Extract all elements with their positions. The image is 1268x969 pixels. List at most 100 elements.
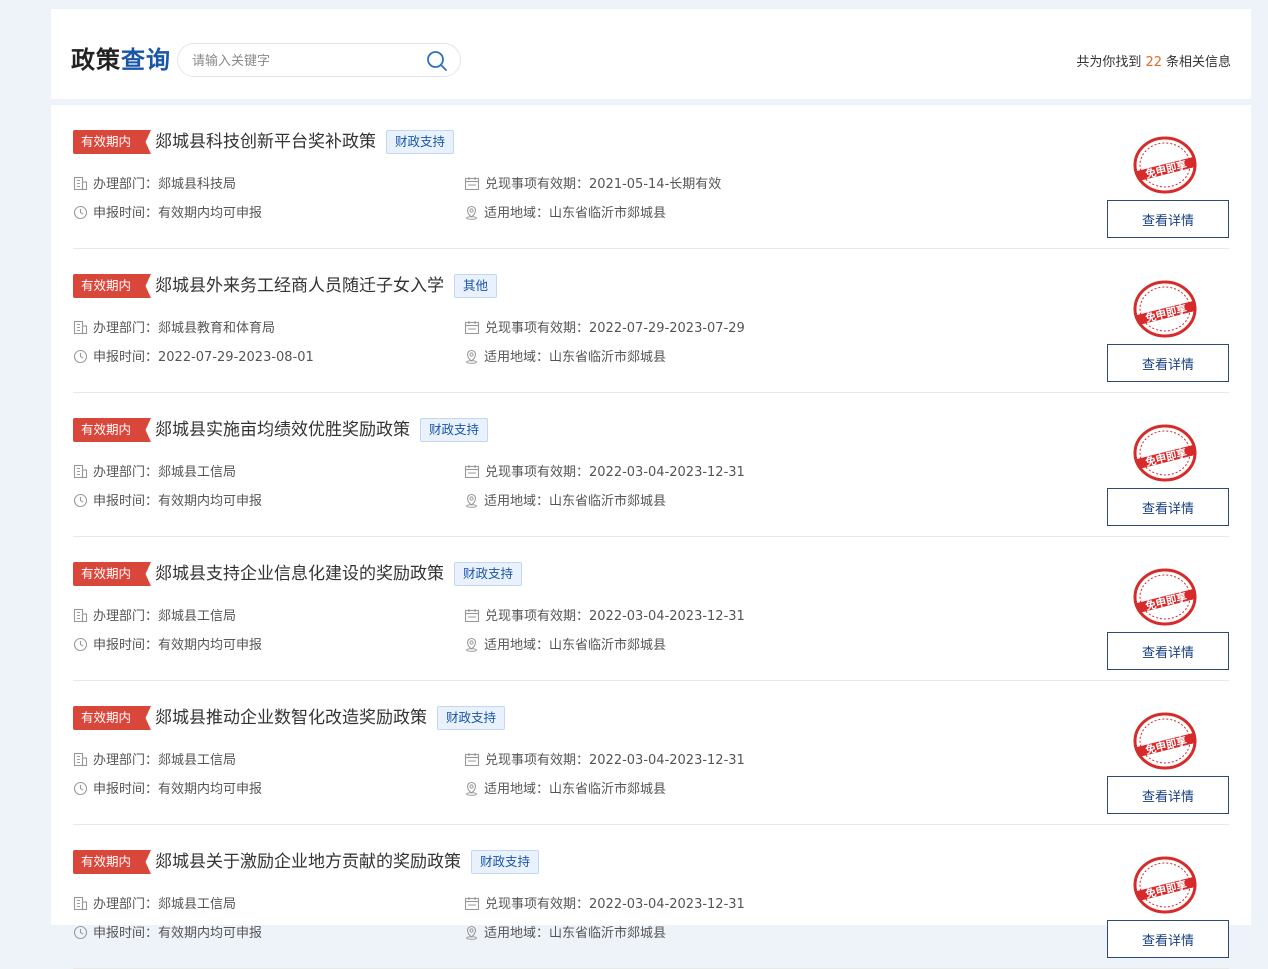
free-apply-stamp-icon: 免申即享 — [1133, 712, 1197, 770]
result-count-number: 22 — [1145, 55, 1162, 70]
policy-title[interactable]: 郯城县关于激励企业地方贡献的奖励政策 财政支持 — [155, 849, 540, 875]
meta-valid-period-label: 兑现事项有效期： — [485, 465, 590, 480]
policy-title[interactable]: 郯城县实施亩均绩效优胜奖励政策 财政支持 — [155, 417, 489, 443]
meta-valid-period-label: 兑现事项有效期： — [485, 177, 590, 192]
meta-valid-period-value: 2022-03-04-2023-12-31 — [589, 465, 745, 480]
meta-region: 适用地域：山东省临沂市郯城县 — [464, 493, 666, 511]
policy-item: 有效期内 郯城县关于激励企业地方贡献的奖励政策 财政支持 办理部门：郯城县工信局 … — [73, 825, 1229, 969]
category-tag: 财政支持 — [471, 850, 540, 874]
building-icon — [73, 464, 88, 479]
policy-title-text[interactable]: 郯城县外来务工经商人员随迁子女入学 — [155, 276, 444, 296]
meta-dept: 办理部门：郯城县工信局 — [73, 896, 236, 914]
meta-dept: 办理部门：郯城县工信局 — [73, 752, 236, 770]
meta-region: 适用地域：山东省临沂市郯城县 — [464, 637, 666, 655]
meta-dept-value: 郯城县工信局 — [158, 465, 237, 480]
header-bar: 政策查询 共为你找到22条相关信息 — [51, 9, 1251, 99]
policy-title[interactable]: 郯城县外来务工经商人员随迁子女入学 其他 — [155, 273, 498, 299]
stamp-text: 免申即享 — [1144, 590, 1188, 613]
result-count: 共为你找到 22 条相关信息 — [1076, 51, 1231, 70]
stamp-text: 免申即享 — [1144, 446, 1188, 469]
meta-apply-time: 申报时间：2022-07-29-2023-08-01 — [73, 349, 314, 367]
meta-region-value: 山东省临沂市郯城县 — [549, 350, 667, 365]
policy-title[interactable]: 郯城县科技创新平台奖补政策 财政支持 — [155, 129, 455, 155]
meta-dept: 办理部门：郯城县教育和体育局 — [73, 320, 275, 338]
meta-valid-period-label: 兑现事项有效期： — [485, 321, 590, 336]
category-tag: 财政支持 — [386, 130, 455, 154]
meta-region: 适用地域：山东省临沂市郯城县 — [464, 925, 666, 943]
policy-item: 有效期内 郯城县推动企业数智化改造奖励政策 财政支持 办理部门：郯城县工信局 申报… — [73, 681, 1229, 825]
page-title-part1: 政策 — [71, 46, 121, 74]
view-detail-button[interactable]: 查看详情 — [1107, 632, 1229, 670]
meta-apply-time-label: 申报时间： — [93, 638, 159, 653]
meta-region: 适用地域：山东省临沂市郯城县 — [464, 349, 666, 367]
free-apply-stamp-icon: 免申即享 — [1133, 280, 1197, 338]
policy-title[interactable]: 郯城县支持企业信息化建设的奖励政策 财政支持 — [155, 561, 523, 587]
meta-valid-period: 兑现事项有效期：2022-03-04-2023-12-31 — [464, 464, 745, 482]
meta-region-label: 适用地域： — [484, 494, 550, 509]
view-detail-button[interactable]: 查看详情 — [1107, 200, 1229, 238]
policy-title[interactable]: 郯城县推动企业数智化改造奖励政策 财政支持 — [155, 705, 506, 731]
meta-region-value: 山东省临沂市郯城县 — [549, 638, 667, 653]
stamp-text: 免申即享 — [1144, 878, 1188, 901]
calendar-icon — [464, 177, 480, 191]
view-detail-button[interactable]: 查看详情 — [1107, 776, 1229, 814]
meta-region-label: 适用地域： — [484, 350, 550, 365]
location-icon — [466, 637, 477, 652]
meta-apply-time-value: 2022-07-29-2023-08-01 — [158, 350, 314, 365]
meta-apply-time: 申报时间：有效期内均可申报 — [73, 925, 262, 943]
meta-valid-period: 兑现事项有效期：2022-07-29-2023-07-29 — [464, 320, 745, 338]
calendar-icon — [464, 609, 480, 623]
search-input[interactable] — [190, 50, 414, 72]
meta-region: 适用地域：山东省临沂市郯城县 — [464, 205, 666, 223]
status-badge: 有效期内 — [73, 850, 151, 874]
free-apply-stamp-icon: 免申即享 — [1133, 856, 1197, 914]
meta-apply-time-label: 申报时间： — [93, 926, 159, 941]
location-icon — [466, 781, 477, 796]
status-badge: 有效期内 — [73, 706, 151, 730]
policy-title-text[interactable]: 郯城县关于激励企业地方贡献的奖励政策 — [155, 852, 461, 872]
meta-apply-time-value: 有效期内均可申报 — [158, 206, 263, 221]
category-tag: 财政支持 — [420, 418, 489, 442]
policy-title-text[interactable]: 郯城县推动企业数智化改造奖励政策 — [155, 708, 427, 728]
building-icon — [73, 176, 88, 191]
meta-valid-period-label: 兑现事项有效期： — [485, 897, 590, 912]
stamp-text: 免申即享 — [1144, 734, 1188, 757]
status-badge: 有效期内 — [73, 274, 151, 298]
view-detail-button[interactable]: 查看详情 — [1107, 344, 1229, 382]
category-tag: 财政支持 — [437, 706, 506, 730]
meta-apply-time-value: 有效期内均可申报 — [158, 638, 263, 653]
view-detail-button[interactable]: 查看详情 — [1107, 920, 1229, 958]
meta-dept-value: 郯城县科技局 — [158, 177, 237, 192]
stamp-text: 免申即享 — [1144, 302, 1188, 325]
policy-title-text[interactable]: 郯城县科技创新平台奖补政策 — [155, 132, 376, 152]
meta-apply-time: 申报时间：有效期内均可申报 — [73, 205, 262, 223]
meta-valid-period: 兑现事项有效期：2022-03-04-2023-12-31 — [464, 896, 745, 914]
meta-apply-time-label: 申报时间： — [93, 206, 159, 221]
meta-dept-value: 郯城县工信局 — [158, 897, 237, 912]
meta-region-label: 适用地域： — [484, 782, 550, 797]
stamp-text: 免申即享 — [1144, 158, 1188, 181]
policy-title-text[interactable]: 郯城县支持企业信息化建设的奖励政策 — [155, 564, 444, 584]
meta-dept-label: 办理部门： — [93, 321, 159, 336]
meta-region-value: 山东省临沂市郯城县 — [549, 206, 667, 221]
meta-dept-label: 办理部门： — [93, 609, 159, 624]
meta-apply-time: 申报时间：有效期内均可申报 — [73, 493, 262, 511]
calendar-icon — [464, 753, 480, 767]
page-title: 政策查询 — [71, 43, 171, 77]
building-icon — [73, 320, 88, 335]
location-icon — [466, 493, 477, 508]
clock-icon — [73, 349, 88, 364]
meta-valid-period-value: 2021-05-14-长期有效 — [589, 177, 722, 192]
meta-dept-label: 办理部门： — [93, 465, 159, 480]
meta-dept: 办理部门：郯城县工信局 — [73, 464, 236, 482]
meta-region-label: 适用地域： — [484, 206, 550, 221]
meta-region-value: 山东省临沂市郯城县 — [549, 926, 667, 941]
view-detail-button[interactable]: 查看详情 — [1107, 488, 1229, 526]
meta-valid-period-value: 2022-03-04-2023-12-31 — [589, 753, 745, 768]
search-icon[interactable] — [426, 50, 448, 72]
calendar-icon — [464, 897, 480, 911]
policy-title-text[interactable]: 郯城县实施亩均绩效优胜奖励政策 — [155, 420, 410, 440]
location-icon — [466, 205, 477, 220]
policy-list: 有效期内 郯城县科技创新平台奖补政策 财政支持 办理部门：郯城县科技局 申报时间：… — [51, 105, 1251, 969]
meta-dept-label: 办理部门： — [93, 753, 159, 768]
